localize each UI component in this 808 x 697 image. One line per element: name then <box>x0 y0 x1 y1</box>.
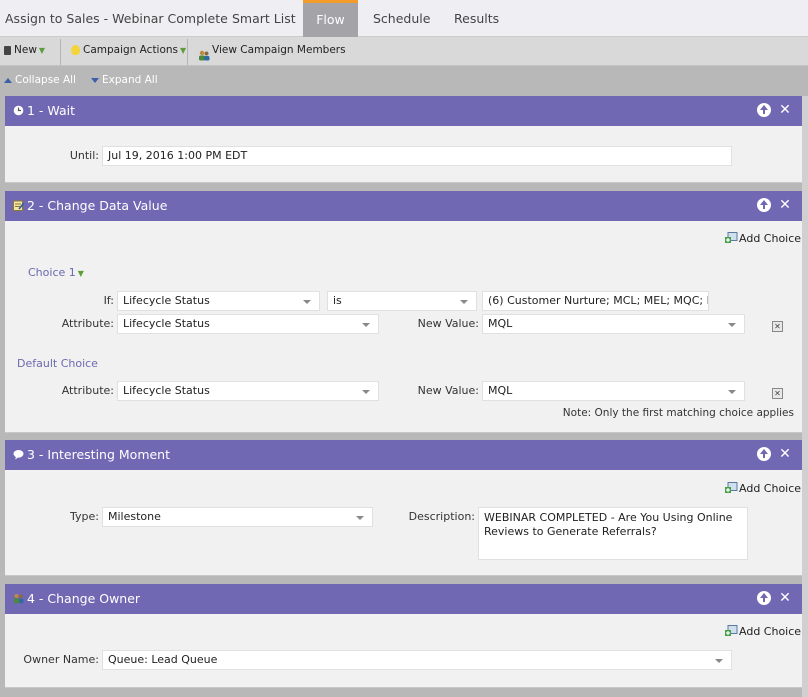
add-choice-icon <box>725 625 738 637</box>
tab-bar: Assign to Sales - Webinar Complete Smart… <box>0 0 808 37</box>
new-icon <box>4 45 11 55</box>
move-up-icon[interactable] <box>757 103 771 117</box>
add-choice-label: Add Choice <box>739 625 802 638</box>
step-2-title: 2 - Change Data Value <box>27 198 168 213</box>
add-choice-icon <box>725 232 738 244</box>
add-choice-button[interactable]: Add Choice <box>725 482 801 495</box>
if-field-select[interactable]: Lifecycle Status <box>117 291 320 311</box>
campaign-actions-button[interactable]: Campaign Actions ▼ <box>71 37 186 65</box>
new-button[interactable]: New ▼ <box>4 37 45 65</box>
toolbar: New ▼ Campaign Actions ▼ View Campaign Mem… <box>0 37 808 66</box>
edit-data-icon <box>13 192 25 211</box>
clock-icon <box>13 97 24 116</box>
add-choice-button[interactable]: Add Choice <box>725 625 801 638</box>
type-label: Type: <box>70 510 99 523</box>
move-up-icon[interactable] <box>757 198 771 212</box>
new-value-label: New Value: <box>417 317 479 330</box>
choice-1-label: Choice 1 <box>28 266 76 279</box>
attribute-select[interactable]: Lifecycle Status <box>117 314 379 334</box>
delete-default-choice-icon[interactable]: ✕ <box>772 388 783 399</box>
chevron-down-icon: ▼ <box>77 269 84 278</box>
step-3-body: Add Choice Type: Milestone Description: … <box>5 470 802 576</box>
if-operator-select[interactable]: is <box>327 291 477 311</box>
move-up-icon[interactable] <box>757 591 771 605</box>
collapse-all-label: Collapse All <box>15 74 76 86</box>
tab-results[interactable]: Results <box>454 0 499 37</box>
close-icon[interactable]: ✕ <box>778 198 792 212</box>
step-1-title: 1 - Wait <box>27 103 76 118</box>
owner-name-select[interactable]: Queue: Lead Queue <box>102 650 732 670</box>
toolbar-divider <box>60 39 61 65</box>
view-campaign-members-label: View Campaign Members <box>212 44 346 56</box>
view-campaign-members-button[interactable]: View Campaign Members <box>198 37 346 65</box>
matching-choice-note: Note: Only the first matching choice app… <box>562 407 794 419</box>
expand-all-button[interactable]: Expand All <box>91 66 158 94</box>
close-icon[interactable]: ✕ <box>778 447 792 461</box>
step-4-title: 4 - Change Owner <box>27 591 141 606</box>
description-textarea[interactable]: WEBINAR COMPLETED - Are You Using Online… <box>478 507 748 560</box>
owner-name-label: Owner Name: <box>23 653 99 666</box>
if-value-field[interactable]: (6) Customer Nurture; MCL; MEL; MQC; Rec… <box>482 291 709 311</box>
close-icon[interactable]: ✕ <box>778 591 792 605</box>
speech-bubble-icon <box>13 441 24 460</box>
default-attribute-label: Attribute: <box>61 384 114 397</box>
chevron-down-icon: ▼ <box>180 46 187 55</box>
step-1-body: Until: Jul 19, 2016 1:00 PM EDT <box>5 126 802 183</box>
step-2-body: Add Choice Choice 1 ▼ If: Lifecycle Statu… <box>5 221 802 433</box>
type-select[interactable]: Milestone <box>102 507 373 527</box>
lightbulb-icon <box>71 45 80 55</box>
collapse-bar: Collapse All Expand All <box>0 66 808 94</box>
step-1-header[interactable]: 1 - Wait ✕ <box>5 96 802 126</box>
expand-icon <box>91 77 99 83</box>
scrollbar[interactable] <box>802 96 808 697</box>
if-label: If: <box>103 294 114 307</box>
step-3-title: 3 - Interesting Moment <box>27 447 171 462</box>
choice-1-toggle[interactable]: Choice 1 ▼ <box>28 266 84 279</box>
new-value-select[interactable]: MQL <box>482 314 745 334</box>
close-icon[interactable]: ✕ <box>778 103 792 117</box>
description-label: Description: <box>408 510 475 523</box>
collapse-icon <box>4 77 12 83</box>
tab-flow[interactable]: Flow <box>303 0 358 37</box>
add-choice-label: Add Choice <box>739 482 802 495</box>
tab-smart-list[interactable]: Smart List <box>232 0 296 37</box>
collapse-all-button[interactable]: Collapse All <box>4 66 76 94</box>
add-choice-button[interactable]: Add Choice <box>725 232 801 245</box>
default-new-value-select[interactable]: MQL <box>482 381 745 401</box>
default-choice-label: Default Choice <box>17 357 98 370</box>
expand-all-label: Expand All <box>102 74 158 86</box>
add-choice-icon <box>725 482 738 494</box>
step-4-header[interactable]: 4 - Change Owner ✕ <box>5 584 802 614</box>
campaign-actions-label: Campaign Actions <box>83 44 179 56</box>
step-3-header[interactable]: 3 - Interesting Moment ✕ <box>5 440 802 470</box>
default-new-value-label: New Value: <box>417 384 479 397</box>
tab-schedule[interactable]: Schedule <box>373 0 430 37</box>
tab-campaign-title[interactable]: Assign to Sales - Webinar Complete <box>5 0 228 37</box>
toolbar-divider <box>187 39 188 65</box>
add-choice-label: Add Choice <box>739 232 802 245</box>
step-2-header[interactable]: 2 - Change Data Value ✕ <box>5 191 802 221</box>
chevron-down-icon: ▼ <box>38 46 46 55</box>
attribute-label: Attribute: <box>61 317 114 330</box>
until-field[interactable]: Jul 19, 2016 1:00 PM EDT <box>102 146 732 166</box>
step-4-body: Add Choice Owner Name: Queue: Lead Queue <box>5 614 802 688</box>
new-label: New <box>14 44 37 56</box>
delete-choice-icon[interactable]: ✕ <box>772 321 783 332</box>
change-owner-icon <box>13 585 24 604</box>
until-label: Until: <box>69 149 99 162</box>
members-icon <box>198 45 210 60</box>
move-up-icon[interactable] <box>757 447 771 461</box>
default-attribute-select[interactable]: Lifecycle Status <box>117 381 379 401</box>
